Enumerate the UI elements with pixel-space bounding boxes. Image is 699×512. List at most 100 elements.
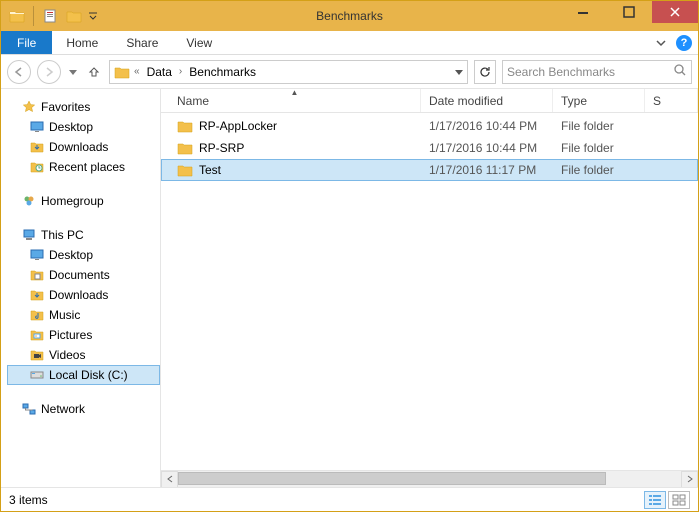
- history-dropdown-icon[interactable]: [67, 65, 79, 79]
- properties-icon[interactable]: [40, 6, 60, 26]
- column-size[interactable]: S: [645, 89, 698, 112]
- videos-icon: [29, 347, 45, 363]
- drive-icon: [29, 367, 45, 383]
- up-button[interactable]: [85, 65, 103, 79]
- thispc-header[interactable]: This PC: [7, 225, 160, 245]
- computer-icon: [21, 227, 37, 243]
- sidebar-item-videos[interactable]: Videos: [7, 345, 160, 365]
- file-date: 1/17/2016 10:44 PM: [421, 141, 553, 155]
- item-count: 3 items: [9, 493, 48, 507]
- thispc-label: This PC: [41, 228, 84, 242]
- close-button[interactable]: [652, 1, 698, 23]
- breadcrumb[interactable]: Benchmarks: [186, 65, 259, 79]
- column-type[interactable]: Type: [553, 89, 645, 112]
- navigation-pane: Favorites Desktop Downloads Recent place…: [1, 89, 161, 487]
- folder-icon: [7, 6, 27, 26]
- details-view-button[interactable]: [644, 491, 666, 509]
- scroll-left-icon[interactable]: [161, 471, 178, 488]
- sidebar-item-desktop[interactable]: Desktop: [7, 117, 160, 137]
- scroll-thumb[interactable]: [178, 472, 606, 485]
- file-tab[interactable]: File: [1, 31, 52, 54]
- table-row[interactable]: Test1/17/2016 11:17 PMFile folder: [161, 159, 698, 181]
- downloads-icon: [29, 287, 45, 303]
- homegroup-label: Homegroup: [41, 194, 104, 208]
- sidebar-item-local-disk[interactable]: Local Disk (C:): [7, 365, 160, 385]
- network-label: Network: [41, 402, 85, 416]
- sidebar-item-desktop[interactable]: Desktop: [7, 245, 160, 265]
- ribbon-tabs: File Home Share View ?: [1, 31, 698, 55]
- column-date[interactable]: Date modified: [421, 89, 553, 112]
- file-type: File folder: [553, 141, 645, 155]
- favorites-group: Favorites Desktop Downloads Recent place…: [7, 97, 160, 177]
- maximize-button[interactable]: [606, 1, 652, 23]
- new-folder-icon[interactable]: [64, 6, 84, 26]
- file-list[interactable]: RP-AppLocker1/17/2016 10:44 PMFile folde…: [161, 113, 698, 470]
- file-type: File folder: [553, 119, 645, 133]
- sort-ascending-icon: ▲: [291, 89, 299, 97]
- explorer-window: Benchmarks File Home Share View ? « Data…: [0, 0, 699, 512]
- address-bar[interactable]: « Data › Benchmarks: [109, 60, 468, 84]
- favorites-header[interactable]: Favorites: [7, 97, 160, 117]
- sidebar-item-downloads[interactable]: Downloads: [7, 137, 160, 157]
- title-bar: Benchmarks: [1, 1, 698, 31]
- window-title: Benchmarks: [316, 9, 383, 23]
- favorites-label: Favorites: [41, 100, 90, 114]
- search-box[interactable]: [502, 60, 692, 84]
- network-group: Network: [7, 399, 160, 419]
- address-dropdown-icon[interactable]: [455, 65, 463, 79]
- thispc-group: This PC Desktop Documents Downloads Musi…: [7, 225, 160, 385]
- desktop-icon: [29, 119, 45, 135]
- recent-icon: [29, 159, 45, 175]
- scroll-right-icon[interactable]: [681, 471, 698, 488]
- sidebar-item-music[interactable]: Music: [7, 305, 160, 325]
- scroll-track[interactable]: [178, 471, 681, 488]
- homegroup-icon: [21, 193, 37, 209]
- breadcrumb[interactable]: Data: [144, 65, 175, 79]
- search-input[interactable]: [507, 65, 673, 79]
- documents-icon: [29, 267, 45, 283]
- column-headers: Name▲ Date modified Type S: [161, 89, 698, 113]
- refresh-button[interactable]: [474, 60, 496, 84]
- tab-home[interactable]: Home: [52, 31, 112, 54]
- file-type: File folder: [553, 163, 645, 177]
- folder-icon: [177, 118, 193, 134]
- help-icon[interactable]: ?: [676, 35, 692, 51]
- table-row[interactable]: RP-AppLocker 1/17/2016 10:44 PMFile folde…: [161, 115, 698, 137]
- music-icon: [29, 307, 45, 323]
- navigation-bar: « Data › Benchmarks: [1, 55, 698, 89]
- file-name: RP-SRP: [199, 141, 244, 155]
- tab-share[interactable]: Share: [112, 31, 172, 54]
- sidebar-item-downloads[interactable]: Downloads: [7, 285, 160, 305]
- status-bar: 3 items: [1, 487, 698, 511]
- forward-button[interactable]: [37, 60, 61, 84]
- star-icon: [21, 99, 37, 115]
- tab-view[interactable]: View: [172, 31, 226, 54]
- table-row[interactable]: RP-SRP 1/17/2016 10:44 PMFile folder: [161, 137, 698, 159]
- folder-icon: [177, 140, 193, 156]
- search-icon[interactable]: [673, 63, 687, 80]
- separator: [33, 6, 34, 26]
- sidebar-item-documents[interactable]: Documents: [7, 265, 160, 285]
- sidebar-item-pictures[interactable]: Pictures: [7, 325, 160, 345]
- horizontal-scrollbar[interactable]: [161, 470, 698, 487]
- file-list-pane: Name▲ Date modified Type S RP-AppLocker 1…: [161, 89, 698, 487]
- file-date: 1/17/2016 10:44 PM: [421, 119, 553, 133]
- homegroup-header[interactable]: Homegroup: [7, 191, 160, 211]
- file-name: RP-AppLocker: [199, 119, 277, 133]
- column-name[interactable]: Name▲: [169, 89, 421, 112]
- thumbnails-view-button[interactable]: [668, 491, 690, 509]
- sidebar-item-recent[interactable]: Recent places: [7, 157, 160, 177]
- main-area: Favorites Desktop Downloads Recent place…: [1, 89, 698, 487]
- back-button[interactable]: [7, 60, 31, 84]
- network-icon: [21, 401, 37, 417]
- qat-dropdown-icon[interactable]: [88, 6, 98, 26]
- pictures-icon: [29, 327, 45, 343]
- minimize-button[interactable]: [560, 1, 606, 23]
- desktop-icon: [29, 247, 45, 263]
- folder-icon: [177, 162, 193, 178]
- chevron-right-icon: ›: [177, 66, 184, 77]
- network-header[interactable]: Network: [7, 399, 160, 419]
- chevron-left-icon[interactable]: «: [132, 66, 142, 77]
- expand-ribbon-icon[interactable]: [654, 36, 668, 50]
- file-name: Test: [199, 163, 221, 177]
